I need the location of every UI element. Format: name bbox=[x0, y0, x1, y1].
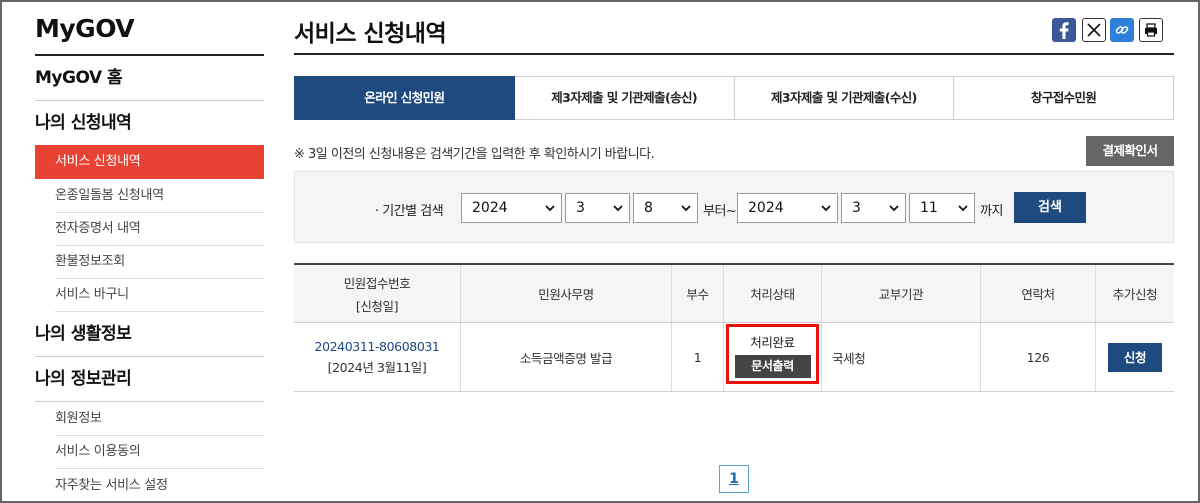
link-icon[interactable] bbox=[1110, 18, 1134, 42]
x-icon[interactable] bbox=[1082, 18, 1106, 42]
tab-counter-applications[interactable]: 창구접수민원 bbox=[954, 76, 1174, 120]
from-year-select[interactable]: 2024 bbox=[461, 193, 562, 223]
to-day-select[interactable]: 11 bbox=[909, 193, 975, 223]
tab-bar: 온라인 신청민원 제3자제출 및 기관제출(송신) 제3자제출 및 기관제출(수… bbox=[294, 76, 1174, 120]
column-header-copies: 부수 bbox=[672, 265, 724, 322]
chevron-down-icon bbox=[889, 205, 899, 212]
search-panel: · 기간별 검색 2024 3 8 부터~ 2024 3 11 까지 검색 bbox=[294, 171, 1174, 243]
highlight-box bbox=[726, 324, 819, 384]
application-number-cell: 20240311-80608031 [2024년 3월11일] bbox=[294, 323, 461, 391]
sidebar-item-allday-care[interactable]: 온종일돌봄 신청내역 bbox=[35, 179, 264, 213]
sidebar-item-member-info[interactable]: 회원정보 bbox=[35, 402, 264, 436]
from-day-select[interactable]: 8 bbox=[633, 193, 698, 223]
sidebar-item-label: 자주찾는 서비스 설정 bbox=[55, 478, 168, 493]
sidebar-item-label: 서비스 신청내역 bbox=[55, 154, 141, 169]
sidebar-item-service-basket[interactable]: 서비스 바구니 bbox=[35, 278, 264, 312]
column-header-name: 민원사무명 bbox=[461, 265, 672, 322]
sidebar-item-refund-info[interactable]: 환불정보조회 bbox=[35, 245, 264, 279]
tab-third-party-received[interactable]: 제3자제출 및 기관제출(수신) bbox=[734, 76, 955, 120]
application-number-link[interactable]: 20240311-80608031 bbox=[315, 339, 440, 354]
chevron-down-icon bbox=[958, 205, 968, 212]
contact-cell: 126 bbox=[981, 323, 1096, 391]
sidebar-item-label: 회원정보 bbox=[55, 411, 102, 426]
tab-online-applications[interactable]: 온라인 신청민원 bbox=[294, 76, 515, 120]
sidebar-item-favorite-services[interactable]: 자주찾는 서비스 설정 bbox=[35, 469, 264, 503]
title-divider bbox=[294, 53, 1174, 55]
agency-cell: 국세청 bbox=[822, 323, 981, 391]
to-year-select[interactable]: 2024 bbox=[737, 193, 838, 223]
application-date: [2024년 3월11일] bbox=[327, 359, 427, 375]
sidebar-item-label: 전자증명서 내역 bbox=[55, 221, 141, 236]
payment-receipt-button[interactable]: 결제확인서 bbox=[1086, 136, 1174, 166]
print-icon[interactable] bbox=[1139, 18, 1163, 42]
extra-apply-cell: 신청 bbox=[1096, 323, 1174, 391]
page-number-1[interactable]: 1 bbox=[719, 465, 749, 493]
chevron-down-icon bbox=[681, 205, 691, 212]
sidebar-section-life-info[interactable]: 나의 생활정보 bbox=[35, 312, 264, 357]
chevron-down-icon bbox=[613, 205, 623, 212]
sidebar-section-applications[interactable]: 나의 신청내역 bbox=[35, 101, 264, 146]
sidebar-item-service-applications[interactable]: 서비스 신청내역 bbox=[35, 145, 264, 179]
column-header-status: 처리상태 bbox=[724, 265, 822, 322]
site-logo[interactable]: MyGOV bbox=[35, 14, 135, 43]
sidebar-item-home[interactable]: MyGOV 홈 bbox=[35, 56, 264, 101]
search-notice: ※ 3일 이전의 신청내용은 검색기간을 입력한 후 확인하시기 바랍니다. bbox=[294, 147, 655, 162]
column-header-number: 민원접수번호 [신청일] bbox=[294, 265, 461, 322]
service-name-cell: 소득금액증명 발급 bbox=[461, 323, 672, 391]
sidebar-item-e-certificates[interactable]: 전자증명서 내역 bbox=[35, 212, 264, 246]
sidebar-item-label: 온종일돌봄 신청내역 bbox=[55, 188, 164, 203]
to-month-select[interactable]: 3 bbox=[841, 193, 906, 223]
search-button[interactable]: 검색 bbox=[1014, 192, 1086, 223]
copies-cell: 1 bbox=[672, 323, 724, 391]
column-header-agency: 교부기관 bbox=[822, 265, 981, 322]
table-header-row: 민원접수번호 [신청일] 민원사무명 부수 처리상태 교부기관 연락처 추가신청 bbox=[294, 265, 1174, 323]
chevron-down-icon bbox=[821, 205, 831, 212]
sidebar-item-label: 환불정보조회 bbox=[55, 254, 125, 269]
page-title: 서비스 신청내역 bbox=[294, 21, 447, 47]
to-suffix: 까지 bbox=[980, 204, 1003, 219]
apply-button[interactable]: 신청 bbox=[1108, 342, 1162, 372]
tab-third-party-sent[interactable]: 제3자제출 및 기관제출(송신) bbox=[514, 76, 735, 120]
column-header-contact: 연락처 bbox=[981, 265, 1096, 322]
from-suffix: 부터~ bbox=[703, 204, 737, 219]
chevron-down-icon bbox=[545, 205, 555, 212]
sidebar-section-info-management[interactable]: 나의 정보관리 bbox=[35, 357, 264, 402]
facebook-icon[interactable] bbox=[1052, 18, 1076, 42]
sidebar-item-label: 서비스 이용동의 bbox=[55, 444, 141, 459]
column-header-extra: 추가신청 bbox=[1112, 287, 1158, 302]
sidebar-item-label: 서비스 바구니 bbox=[55, 287, 129, 302]
search-label: · 기간별 검색 bbox=[375, 204, 444, 219]
from-month-select[interactable]: 3 bbox=[565, 193, 630, 223]
sidebar-item-service-consent[interactable]: 서비스 이용동의 bbox=[35, 435, 264, 469]
